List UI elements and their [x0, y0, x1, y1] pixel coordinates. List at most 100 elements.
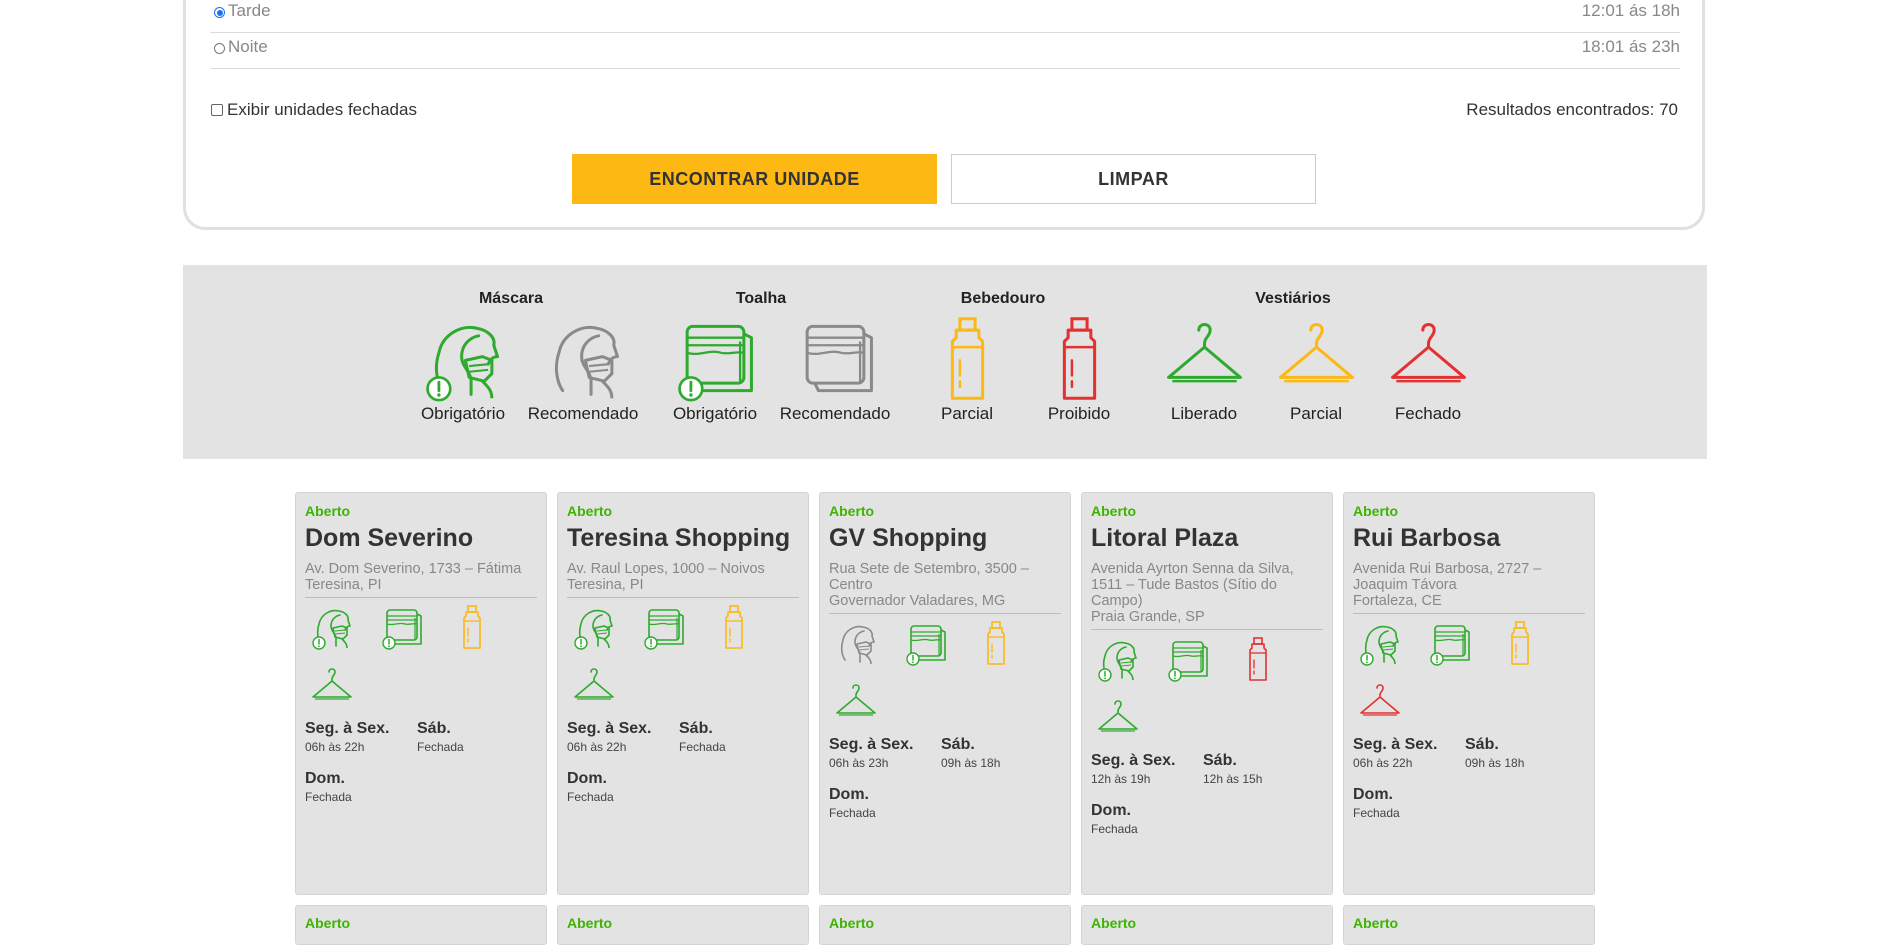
unit-card[interactable]: Aberto	[1081, 905, 1333, 945]
legend-water-partial: Parcial	[907, 315, 1027, 424]
hours-day: Sáb.	[417, 720, 451, 737]
unit-status: Aberto	[305, 503, 351, 519]
legend-title-water: Bebedouro	[960, 290, 1046, 307]
unit-name[interactable]: Teresina Shopping	[567, 524, 799, 553]
mask-icon	[829, 620, 899, 680]
towel-icon	[1423, 620, 1493, 680]
hours-time: 12h às 19h	[1091, 772, 1151, 786]
hours-time: Fechada	[417, 740, 464, 754]
mask-icon	[567, 604, 637, 664]
hours-day: Sáb.	[1465, 736, 1499, 753]
hours-block: Sáb. 09h às 18h	[1465, 736, 1577, 770]
hours-block: Seg. à Sex. 06h às 23h	[829, 736, 941, 770]
address-line: Campo)	[1091, 593, 1143, 609]
unit-status: Aberto	[305, 915, 351, 931]
legend-mask-recommended: Recomendado	[523, 315, 643, 424]
address-line: Teresina, PI	[305, 577, 382, 593]
period-label: Noite	[228, 37, 268, 56]
radio-noite[interactable]	[214, 43, 225, 54]
unit-card[interactable]: Aberto Rui Barbosa Avenida Rui Barbosa, 27…	[1343, 492, 1595, 895]
unit-hours: Seg. à Sex. 06h às 22h Sáb. Fechada Dom. Fech…	[305, 720, 537, 820]
unit-name[interactable]: Rui Barbosa	[1353, 524, 1585, 553]
period-option-tarde[interactable]: Tarde 12:01 ás 18h	[210, 0, 1680, 33]
unit-card[interactable]: Aberto Litoral Plaza Avenida Ayrton Senna …	[1081, 492, 1333, 895]
hours-day: Dom.	[305, 770, 345, 787]
hours-block: Sáb. 12h às 15h	[1203, 752, 1315, 786]
radio-tarde[interactable]	[214, 7, 225, 18]
unit-card[interactable]: Aberto	[1343, 905, 1595, 945]
period-label: Tarde	[228, 1, 271, 20]
hours-day: Dom.	[1353, 786, 1393, 803]
hours-day: Seg. à Sex.	[567, 720, 652, 737]
period-hours: 18:01 ás 23h	[1581, 37, 1680, 56]
mask-icon	[305, 604, 375, 664]
show-closed-units-checkbox[interactable]: Exibir unidades fechadas	[211, 100, 417, 120]
legend-panel: Máscara Toalha Bebedouro Vestiários Obri…	[183, 265, 1707, 459]
unit-protocol-icons	[1353, 620, 1585, 740]
legend-caption: Parcial	[941, 404, 993, 423]
unit-protocol-icons	[1091, 636, 1323, 756]
hours-day: Sáb.	[1203, 752, 1237, 769]
results-count: Resultados encontrados: 70	[1466, 100, 1678, 119]
hours-block: Dom. Fechada	[567, 770, 679, 804]
legend-mask-required: Obrigatório	[403, 315, 523, 424]
legend-towel-recommended: Recomendado	[775, 315, 895, 424]
unit-status: Aberto	[567, 915, 613, 931]
unit-protocol-icons	[567, 604, 799, 724]
hanger-icon	[829, 680, 899, 740]
hours-day: Sáb.	[679, 720, 713, 737]
unit-address: Avenida Ayrton Senna da Silva, 1511 – Tud…	[1091, 561, 1323, 630]
hanger-icon	[1353, 680, 1423, 740]
unit-card[interactable]: Aberto	[557, 905, 809, 945]
unit-status: Aberto	[1353, 503, 1399, 519]
legend-lockers-partial: Parcial	[1256, 315, 1376, 424]
legend-caption: Proibido	[1047, 404, 1111, 423]
water-bottle-icon	[1019, 315, 1139, 402]
unit-status: Aberto	[567, 503, 613, 519]
address-line: Avenida Ayrton Senna da Silva,	[1091, 561, 1294, 577]
hours-day: Dom.	[567, 770, 607, 787]
find-unit-button[interactable]: ENCONTRAR UNIDADE	[572, 154, 937, 204]
unit-status: Aberto	[829, 503, 875, 519]
legend-caption: Obrigatório	[420, 404, 506, 423]
unit-name[interactable]: GV Shopping	[829, 524, 1061, 553]
unit-card[interactable]: Aberto	[819, 905, 1071, 945]
period-option-noite[interactable]: Noite 18:01 ás 23h	[210, 33, 1680, 69]
unit-card[interactable]: Aberto Dom Severino Av. Dom Severino, 1733…	[295, 492, 547, 895]
address-line: Centro	[829, 577, 873, 593]
legend-lockers-open: Liberado	[1144, 315, 1264, 424]
hours-block: Dom. Fechada	[1353, 786, 1465, 820]
unit-name[interactable]: Dom Severino	[305, 524, 537, 553]
address-line: Fortaleza, CE	[1353, 593, 1442, 609]
water-bottle-icon	[969, 620, 1039, 680]
unit-hours: Seg. à Sex. 06h às 22h Sáb. Fechada Dom. Fech…	[567, 720, 799, 820]
unit-hours: Seg. à Sex. 06h às 22h Sáb. 09h às 18h Dom. F…	[1353, 736, 1585, 836]
period-hours: 12:01 ás 18h	[1581, 1, 1680, 20]
hours-block: Sáb. Fechada	[417, 720, 529, 754]
unit-protocol-icons	[829, 620, 1061, 740]
hours-block: Dom. Fechada	[1091, 802, 1203, 836]
unit-hours: Seg. à Sex. 06h às 23h Sáb. 09h às 18h Dom. F…	[829, 736, 1061, 836]
address-line: Praia Grande, SP	[1091, 609, 1205, 625]
unit-hours: Seg. à Sex. 12h às 19h Sáb. 12h às 15h Dom. F…	[1091, 752, 1323, 852]
hours-time: 06h às 23h	[829, 756, 889, 770]
hours-time: Fechada	[305, 790, 352, 804]
hours-time: 09h às 18h	[1465, 756, 1525, 770]
unit-status: Aberto	[1091, 503, 1137, 519]
unit-card[interactable]: Aberto Teresina Shopping Av. Raul Lopes, 1…	[557, 492, 809, 895]
clear-button[interactable]: LIMPAR	[951, 154, 1316, 204]
address-line: Av. Dom Severino, 1733 – Fátima	[305, 561, 522, 577]
hours-time: 06h às 22h	[1353, 756, 1413, 770]
towel-icon	[655, 315, 775, 402]
unit-status: Aberto	[829, 915, 875, 931]
legend-lockers-closed: Fechado	[1368, 315, 1488, 424]
unit-card[interactable]: Aberto GV Shopping Rua Sete de Setembro, 3…	[819, 492, 1071, 895]
unit-name[interactable]: Litoral Plaza	[1091, 524, 1323, 553]
legend-title-mask: Máscara	[478, 290, 544, 307]
hours-block: Seg. à Sex. 06h às 22h	[1353, 736, 1465, 770]
unit-address: Avenida Rui Barbosa, 2727 – Joaquim Távor…	[1353, 561, 1585, 614]
checkbox[interactable]	[211, 104, 223, 116]
legend-caption: Recomendado	[779, 404, 891, 423]
towel-icon	[899, 620, 969, 680]
unit-card[interactable]: Aberto	[295, 905, 547, 945]
